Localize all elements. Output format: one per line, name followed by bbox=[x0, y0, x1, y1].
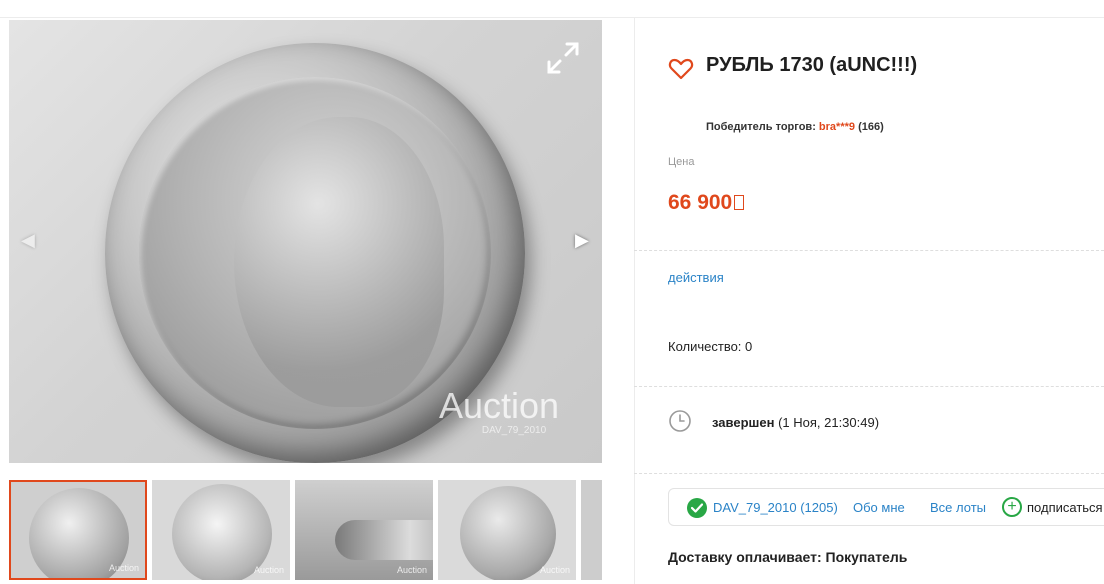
seller-name[interactable]: DAV_79_2010 (1205) bbox=[713, 500, 838, 515]
thumbnail-4[interactable]: Auction bbox=[438, 480, 576, 580]
winner-rating: (166) bbox=[858, 121, 884, 133]
thumbnail-3[interactable]: Auction bbox=[295, 480, 433, 580]
watermark-sub: DAV_79_2010 bbox=[481, 425, 547, 436]
price-value: 66 900 bbox=[668, 191, 745, 215]
main-image[interactable]: Auction DAV_79_2010 ◀ ▶ bbox=[9, 20, 602, 463]
divider bbox=[634, 473, 1104, 474]
delivery-info: Доставку оплачивает: Покупатель bbox=[668, 549, 908, 565]
price-label: Цена bbox=[668, 156, 695, 168]
winner-username[interactable]: bra***9 bbox=[819, 121, 855, 133]
header-divider bbox=[0, 17, 1104, 18]
arrow-right-icon[interactable]: ▶ bbox=[575, 230, 589, 251]
divider bbox=[634, 250, 1104, 251]
winner-label: Победитель торгов: bbox=[706, 121, 816, 133]
currency-icon bbox=[734, 195, 745, 210]
check-icon bbox=[687, 498, 707, 518]
arrow-left-icon[interactable]: ◀ bbox=[21, 230, 35, 251]
all-lots-link[interactable]: Все лоты bbox=[930, 500, 986, 515]
thumbnail-2[interactable]: Auction bbox=[152, 480, 290, 580]
actions-link[interactable]: действия bbox=[668, 270, 724, 285]
quantity: Количество: 0 bbox=[668, 339, 753, 354]
panel-divider bbox=[634, 18, 635, 584]
auction-status: завершен (1 Ноя, 21:30:49) bbox=[712, 415, 880, 430]
thumbnail-5[interactable] bbox=[581, 480, 602, 580]
clock-icon bbox=[669, 410, 691, 432]
expand-icon[interactable] bbox=[545, 40, 581, 76]
about-link[interactable]: Обо мне bbox=[853, 500, 905, 515]
seller-box: DAV_79_2010 (1205) Обо мне Все лоты + по… bbox=[668, 488, 1104, 526]
winner-info: Победитель торгов: bra***9 (166) bbox=[706, 121, 884, 133]
thumbnail-strip: Auction Auction Auction Auction bbox=[9, 480, 602, 584]
lot-title: РУБЛЬ 1730 (aUNC!!!) bbox=[706, 54, 918, 76]
subscribe-link[interactable]: подписаться bbox=[1027, 500, 1103, 515]
plus-icon[interactable]: + bbox=[1002, 497, 1022, 517]
divider bbox=[634, 386, 1104, 387]
heart-icon[interactable] bbox=[668, 56, 694, 82]
thumbnail-1[interactable]: Auction bbox=[9, 480, 147, 580]
watermark: Auction bbox=[439, 385, 560, 426]
